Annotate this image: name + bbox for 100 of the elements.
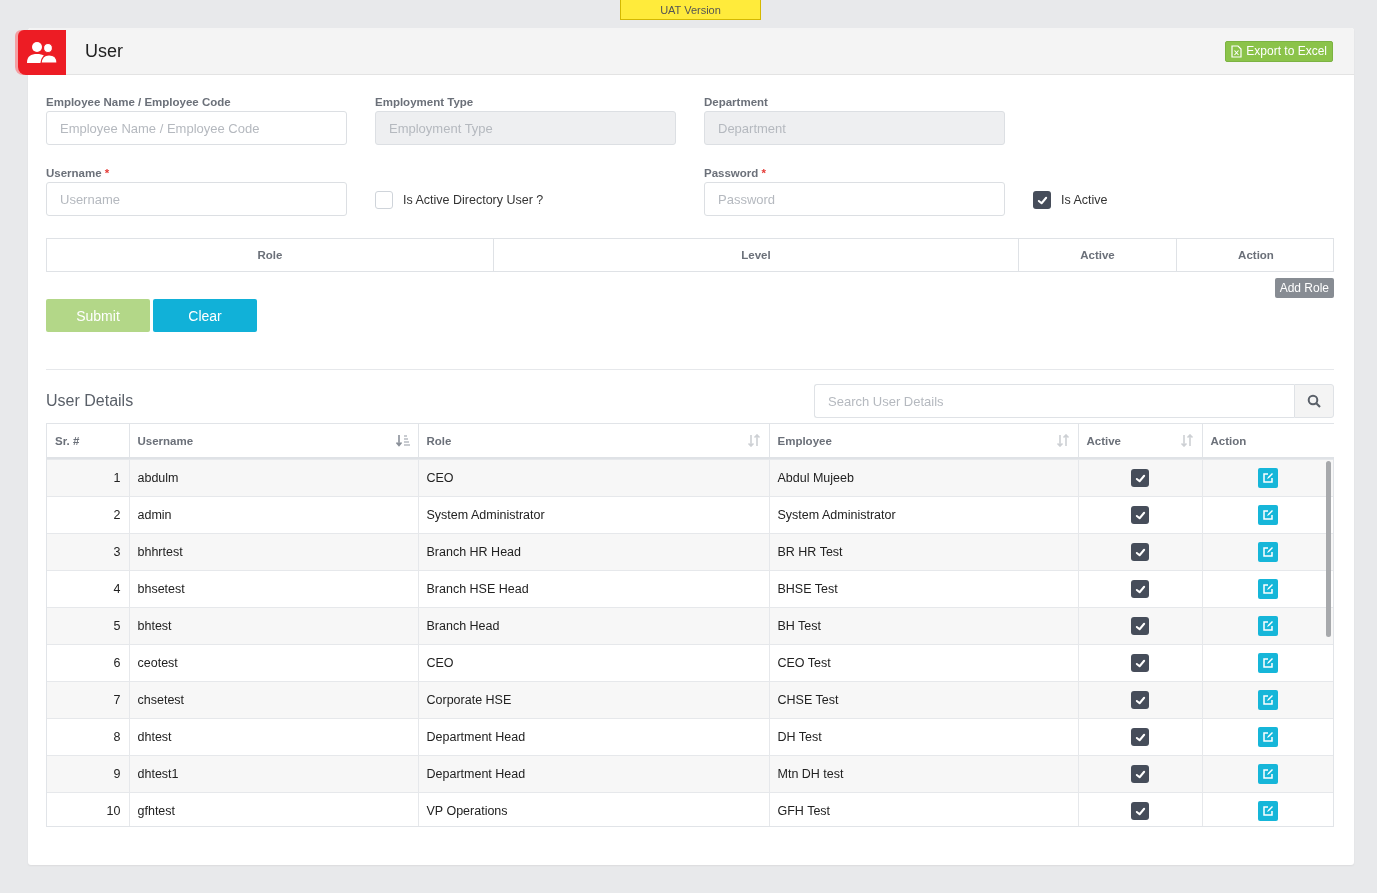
- table-cell: abdulm: [129, 459, 418, 497]
- add-role-button[interactable]: Add Role: [1274, 278, 1334, 298]
- clear-button[interactable]: Clear: [153, 299, 257, 332]
- checkbox-label: Is Active Directory User ?: [403, 193, 544, 207]
- active-checkbox[interactable]: [1131, 580, 1149, 598]
- checkbox[interactable]: [1033, 191, 1051, 209]
- table-cell: Department Head: [418, 755, 769, 793]
- page-title: User: [85, 40, 123, 62]
- edit-button[interactable]: [1258, 468, 1279, 488]
- edit-icon: [1262, 620, 1275, 632]
- column-header[interactable]: Sr. #: [47, 424, 129, 458]
- edit-icon: [1262, 472, 1275, 484]
- edit-icon: [1262, 694, 1275, 706]
- column-header: Level: [494, 239, 1019, 271]
- table-cell: Abdul Mujeeb: [769, 459, 1078, 497]
- field-label: Password *: [704, 166, 767, 181]
- table-cell: 1: [47, 459, 129, 497]
- table-cell: GFH Test: [769, 792, 1078, 826]
- search-field[interactable]: Search User Details: [814, 384, 1294, 418]
- active-checkbox[interactable]: [1131, 654, 1149, 672]
- check-icon: [1134, 731, 1146, 743]
- sort-icon[interactable]: [1179, 434, 1194, 447]
- edit-button[interactable]: [1258, 542, 1279, 562]
- table-cell: chsetest: [129, 681, 418, 719]
- edit-button[interactable]: [1258, 579, 1279, 599]
- column-header[interactable]: Active: [1078, 424, 1202, 458]
- check-icon: [1134, 694, 1146, 706]
- field-label: Employee Name / Employee Code: [46, 95, 232, 110]
- column-header[interactable]: Action: [1202, 424, 1334, 458]
- check-icon: [1134, 657, 1146, 669]
- environment-badge: UAT Version: [620, 0, 761, 20]
- check-icon: [1134, 509, 1146, 521]
- check-icon: [1134, 583, 1146, 595]
- sort-icon[interactable]: [746, 434, 761, 447]
- table-cell: 9: [47, 755, 129, 793]
- table-cell: 7: [47, 681, 129, 719]
- edit-button[interactable]: [1258, 616, 1279, 636]
- column-header[interactable]: Employee: [769, 424, 1078, 458]
- checkbox-label: Is Active: [1061, 193, 1108, 207]
- sort-icon[interactable]: [1055, 434, 1070, 447]
- table-cell: 3: [47, 533, 129, 571]
- edit-icon: [1262, 731, 1275, 743]
- field-label: Department: [704, 95, 769, 110]
- column-header[interactable]: Role: [418, 424, 769, 458]
- edit-button[interactable]: [1258, 690, 1279, 710]
- table-cell: Branch Head: [418, 607, 769, 645]
- checkbox[interactable]: [375, 191, 393, 209]
- section-title: User Details: [46, 392, 134, 410]
- search-button[interactable]: [1294, 384, 1334, 418]
- edit-icon: [1262, 805, 1275, 818]
- spreadsheet-file-icon: [1231, 44, 1243, 58]
- edit-icon: [1262, 657, 1275, 669]
- edit-button[interactable]: [1258, 505, 1279, 525]
- check-icon: [1134, 546, 1146, 558]
- table-cell: 10: [47, 792, 129, 826]
- active-checkbox[interactable]: [1131, 469, 1149, 487]
- check-icon: [1134, 620, 1146, 632]
- sort-ascending-icon[interactable]: [395, 434, 410, 447]
- table-cell: gfhtest: [129, 792, 418, 826]
- active-checkbox[interactable]: [1131, 506, 1149, 524]
- input-field[interactable]: Employee Name / Employee Code: [46, 111, 347, 145]
- column-header: Action: [1237, 248, 1275, 263]
- table-cell: Branch HR Head: [418, 533, 769, 571]
- table-cell: 5: [47, 607, 129, 645]
- column-header[interactable]: Username: [129, 424, 418, 458]
- table-cell: CEO: [418, 459, 769, 497]
- input-field[interactable]: Password: [704, 182, 1005, 216]
- edit-icon: [1262, 583, 1275, 595]
- table-cell: bhhrtest: [129, 533, 418, 571]
- scrollbar[interactable]: [1326, 461, 1331, 637]
- active-checkbox[interactable]: [1131, 802, 1149, 821]
- active-checkbox[interactable]: [1131, 691, 1149, 709]
- edit-button[interactable]: [1258, 801, 1279, 822]
- edit-button[interactable]: [1258, 727, 1279, 747]
- column-header: Active: [1019, 239, 1177, 271]
- active-checkbox[interactable]: [1131, 765, 1149, 783]
- check-icon: [1134, 805, 1146, 817]
- active-checkbox[interactable]: [1131, 543, 1149, 561]
- table-cell: dhtest1: [129, 755, 418, 793]
- check-icon: [1036, 194, 1048, 206]
- input-field[interactable]: Username: [46, 182, 347, 216]
- table-cell: CHSE Test: [769, 681, 1078, 719]
- check-icon: [1134, 472, 1146, 484]
- check-icon: [1134, 768, 1146, 780]
- field-label: Username *: [46, 166, 111, 181]
- table-cell: VP Operations: [418, 792, 769, 826]
- table-cell: BR HR Test: [769, 533, 1078, 571]
- edit-icon: [1262, 768, 1275, 780]
- search-icon: [1307, 394, 1321, 408]
- active-checkbox[interactable]: [1131, 617, 1149, 635]
- edit-button[interactable]: [1258, 764, 1279, 784]
- field-label: Employment Type: [375, 95, 475, 110]
- edit-button[interactable]: [1258, 653, 1279, 673]
- active-checkbox[interactable]: [1131, 728, 1149, 746]
- edit-icon: [1262, 509, 1275, 521]
- edit-icon: [1262, 546, 1275, 558]
- table-cell: Corporate HSE: [418, 681, 769, 719]
- table-cell: Mtn DH test: [769, 755, 1078, 793]
- column-header: Role: [47, 239, 494, 271]
- table-cell: BH Test: [769, 607, 1078, 645]
